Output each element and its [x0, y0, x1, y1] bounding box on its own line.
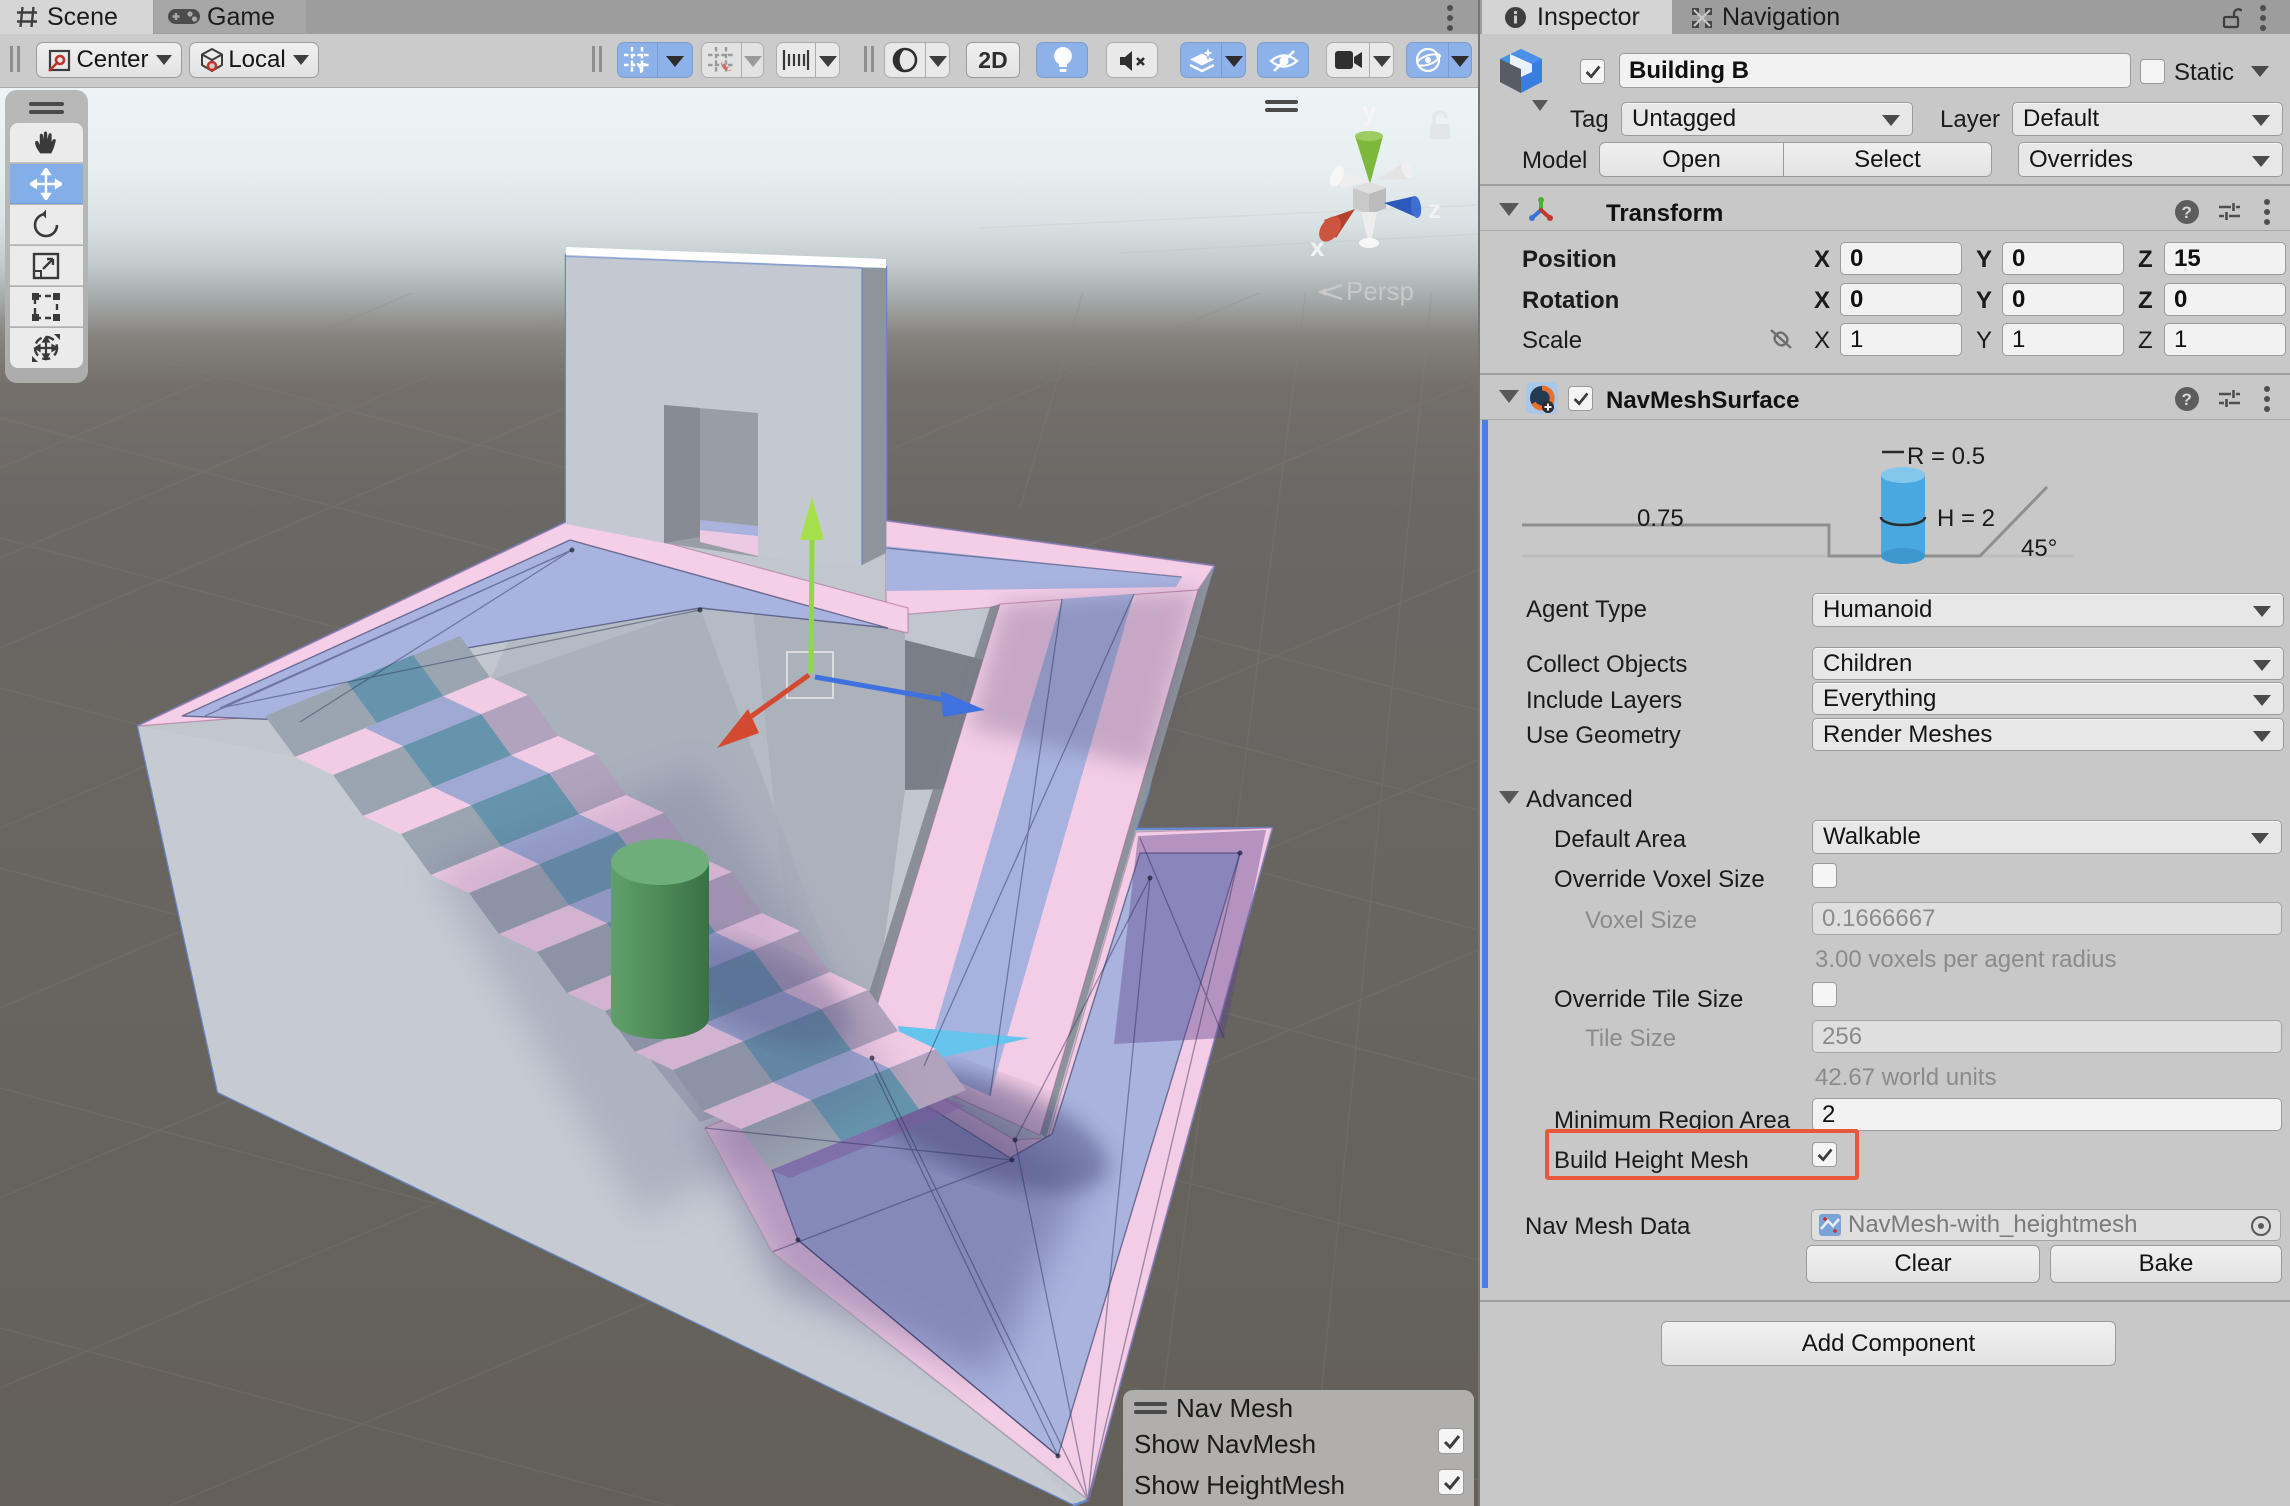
- svg-text:z: z: [1428, 194, 1441, 224]
- svg-text:y: y: [1362, 96, 1377, 126]
- svg-text:45°: 45°: [2021, 535, 2057, 562]
- svg-text:R = 0.5: R = 0.5: [1907, 443, 1985, 470]
- svg-text:0.75: 0.75: [1637, 505, 1684, 532]
- svg-text:x: x: [1310, 232, 1325, 262]
- svg-text:H = 2: H = 2: [1937, 505, 1995, 532]
- svg-text:Y: Y: [636, 60, 646, 74]
- svg-text:?: ?: [2182, 203, 2192, 222]
- svg-text:?: ?: [2182, 390, 2192, 409]
